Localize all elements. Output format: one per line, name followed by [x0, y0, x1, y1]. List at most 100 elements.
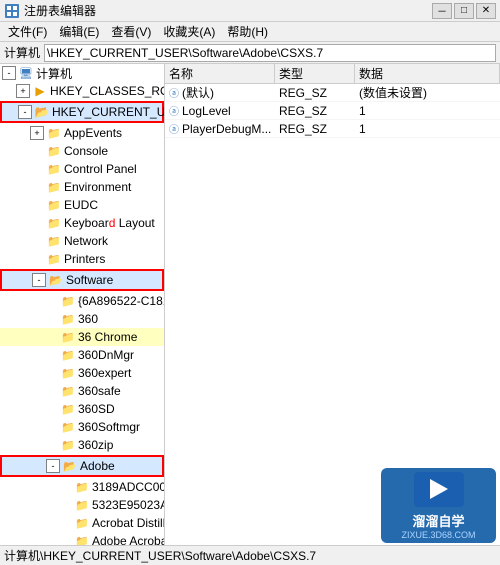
value-type-default: REG_SZ: [275, 86, 355, 100]
tree-item-6a[interactable]: 📁 {6A896522-C181-4...: [0, 292, 164, 310]
folder-icon-360safe: 📁: [60, 384, 76, 398]
tree-label-360safe: 360safe: [78, 384, 121, 398]
tree-item-adobe-acrobat[interactable]: 📁 Adobe Acrobat: [0, 532, 164, 545]
tree-item-hkcu[interactable]: - 📂 HKEY_CURRENT_USER: [2, 103, 162, 121]
spacer-prt: [30, 252, 44, 266]
spacer-360chrome: [44, 330, 58, 344]
tree-item-adobe[interactable]: - 📂 Adobe: [2, 457, 162, 475]
registry-tree: - 🖥 计算机 + ▶ HKEY_CLASSES_ROOT - 📂 HKEY_C…: [0, 64, 165, 545]
tree-item-360[interactable]: 📁 360: [0, 310, 164, 328]
address-path-input[interactable]: \HKEY_CURRENT_USER\Software\Adobe\CSXS.7: [44, 44, 496, 62]
tree-item-keyboard[interactable]: 📁 Keyboard Layout: [0, 214, 164, 232]
hkcu-highlight-box: - 📂 HKEY_CURRENT_USER: [0, 101, 164, 123]
tree-item-360dnmgr[interactable]: 📁 360DnMgr: [0, 346, 164, 364]
expand-icon-adobe[interactable]: -: [46, 459, 60, 473]
spacer-360zip: [44, 438, 58, 452]
folder-icon-prt: 📁: [46, 252, 62, 266]
menu-help[interactable]: 帮助(H): [221, 21, 274, 42]
tree-label-360dn: 360DnMgr: [78, 348, 134, 362]
menu-file[interactable]: 文件(F): [2, 21, 53, 42]
col-type-label: 类型: [279, 65, 303, 82]
tree-label-aacr: Adobe Acrobat: [92, 534, 165, 545]
folder-icon-adobe: 📂: [62, 459, 78, 473]
tree-item-360safe[interactable]: 📁 360safe: [0, 382, 164, 400]
tree-label-net: Network: [64, 234, 108, 248]
expand-icon-hkcu[interactable]: -: [18, 105, 32, 119]
folder-icon-appevents: 📁: [46, 126, 62, 140]
tree-item-5323[interactable]: 📁 5323E95023AA: [0, 496, 164, 514]
spacer-360: [44, 312, 58, 326]
tree-item-360sd[interactable]: 📁 360SD: [0, 400, 164, 418]
tree-item-control-panel[interactable]: 📁 Control Panel: [0, 160, 164, 178]
tree-item-hkcr[interactable]: + ▶ HKEY_CLASSES_ROOT: [0, 82, 164, 100]
folder-icon-eudc: 📁: [46, 198, 62, 212]
folder-icon-360: 📁: [60, 312, 76, 326]
tree-item-console[interactable]: 📁 Console: [0, 142, 164, 160]
tree-label-360chrome: 36 Chrome: [78, 330, 137, 344]
menu-bar: 文件(F) 编辑(E) 查看(V) 收藏夹(A) 帮助(H): [0, 22, 500, 42]
tree-item-360chrome[interactable]: 📁 36 Chrome: [0, 328, 164, 346]
folder-icon-software: 📂: [48, 273, 64, 287]
tree-label-360: 360: [78, 312, 98, 326]
watermark-logo: [414, 472, 464, 507]
spacer-net: [30, 234, 44, 248]
col-data-label: 数据: [359, 65, 383, 82]
col-name-label: 名称: [169, 65, 193, 82]
spacer-cp: [30, 162, 44, 176]
tree-label-software: Software: [66, 273, 113, 287]
tree-item-eudc[interactable]: 📁 EUDC: [0, 196, 164, 214]
folder-icon-cp: 📁: [46, 162, 62, 176]
folder-icon-6a: 📁: [60, 294, 76, 308]
tree-label-eudc: EUDC: [64, 198, 98, 212]
tree-label-console: Console: [64, 144, 108, 158]
folder-icon-360zip: 📁: [60, 438, 76, 452]
menu-favorites[interactable]: 收藏夹(A): [157, 21, 221, 42]
maximize-button[interactable]: □: [454, 3, 474, 19]
watermark-brand: 溜溜自学: [412, 511, 464, 530]
tree-item-acrobat-distiller[interactable]: 📁 Acrobat Distiller: [0, 514, 164, 532]
value-row-loglevel[interactable]: ⓐ LogLevel REG_SZ 1: [165, 102, 500, 120]
close-button[interactable]: ✕: [476, 3, 496, 19]
folder-icon-aacr: 📁: [74, 534, 90, 545]
menu-view[interactable]: 查看(V): [105, 21, 157, 42]
expand-icon-hkcr[interactable]: +: [16, 84, 30, 98]
folder-icon-net: 📁: [46, 234, 62, 248]
tree-item-printers[interactable]: 📁 Printers: [0, 250, 164, 268]
expand-icon-computer[interactable]: -: [2, 66, 16, 80]
value-data-loglevel: 1: [355, 104, 500, 118]
spacer-360sd: [44, 402, 58, 416]
tree-item-360zip[interactable]: 📁 360zip: [0, 436, 164, 454]
tree-item-appevents[interactable]: + 📁 AppEvents: [0, 124, 164, 142]
tree-label-360soft: 360Softmgr: [78, 420, 140, 434]
computer-icon: 🖥: [18, 66, 34, 80]
tree-item-software[interactable]: - 📂 Software: [2, 271, 162, 289]
menu-edit[interactable]: 编辑(E): [53, 21, 105, 42]
folder-icon-console: 📁: [46, 144, 62, 158]
spacer-360soft: [44, 420, 58, 434]
folder-icon-360dn: 📁: [60, 348, 76, 362]
tree-item-network[interactable]: 📁 Network: [0, 232, 164, 250]
tree-item-360softmgr[interactable]: 📁 360Softmgr: [0, 418, 164, 436]
tree-label-kbd: Keyboard Layout: [64, 216, 155, 230]
expand-icon-software[interactable]: -: [32, 273, 46, 287]
status-bar: 计算机\HKEY_CURRENT_USER\Software\Adobe\CSX…: [0, 545, 500, 565]
title-bar: 注册表编辑器 － □ ✕: [0, 0, 500, 22]
folder-icon-360sd: 📁: [60, 402, 76, 416]
spacer-adist: [58, 516, 72, 530]
col-header-data: 数据: [355, 64, 500, 83]
spacer-kbd: [30, 216, 44, 230]
value-row-default[interactable]: ⓐ (默认) REG_SZ (数值未设置): [165, 84, 500, 102]
value-name-default: ⓐ (默认): [165, 84, 275, 101]
value-icon-default: ⓐ: [169, 85, 179, 100]
window-title: 注册表编辑器: [24, 2, 432, 19]
tree-item-environment[interactable]: 📁 Environment: [0, 178, 164, 196]
minimize-button[interactable]: －: [432, 3, 452, 19]
expand-icon-appevents[interactable]: +: [30, 126, 44, 140]
tree-item-computer[interactable]: - 🖥 计算机: [0, 64, 164, 82]
tree-item-3189[interactable]: 📁 3189ADCC00BD: [0, 478, 164, 496]
value-row-playerdebug[interactable]: ⓐ PlayerDebugM... REG_SZ 1: [165, 120, 500, 138]
tree-item-360expert[interactable]: 📁 360expert: [0, 364, 164, 382]
folder-icon-360chrome: 📁: [60, 330, 76, 344]
tree-label-360ex: 360expert: [78, 366, 131, 380]
spacer-env: [30, 180, 44, 194]
